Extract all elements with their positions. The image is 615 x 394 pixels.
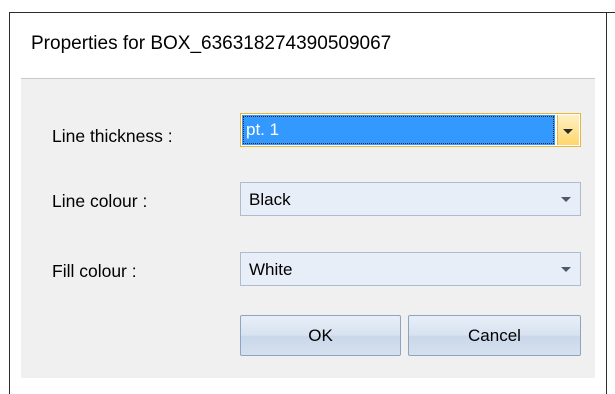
line-colour-dropdown[interactable]: Black xyxy=(240,182,581,216)
window-border-left xyxy=(9,12,10,394)
line-thickness-value: pt. 1 xyxy=(246,120,280,139)
window-border-right xyxy=(606,12,607,394)
window-border-top xyxy=(9,12,615,13)
line-colour-label: Line colour : xyxy=(52,191,148,211)
chevron-down-icon[interactable] xyxy=(561,267,571,272)
line-colour-value: Black xyxy=(249,190,291,209)
line-thickness-label: Line thickness : xyxy=(52,126,173,146)
cancel-button[interactable]: Cancel xyxy=(408,315,581,356)
properties-dialog: Properties for BOX_636318274390509067 Li… xyxy=(0,0,615,394)
ok-button[interactable]: OK xyxy=(240,315,401,356)
fill-colour-label: Fill colour : xyxy=(52,261,137,281)
chevron-down-icon xyxy=(563,129,573,134)
chevron-down-icon[interactable] xyxy=(561,197,571,202)
fill-colour-value: White xyxy=(249,260,293,279)
line-thickness-dropdown[interactable]: pt. 1 xyxy=(240,113,581,147)
line-thickness-selection[interactable] xyxy=(242,115,555,145)
fill-colour-dropdown[interactable]: White xyxy=(240,252,581,286)
line-thickness-dropdown-button[interactable] xyxy=(557,115,579,145)
window-title: Properties for BOX_636318274390509067 xyxy=(31,33,392,54)
